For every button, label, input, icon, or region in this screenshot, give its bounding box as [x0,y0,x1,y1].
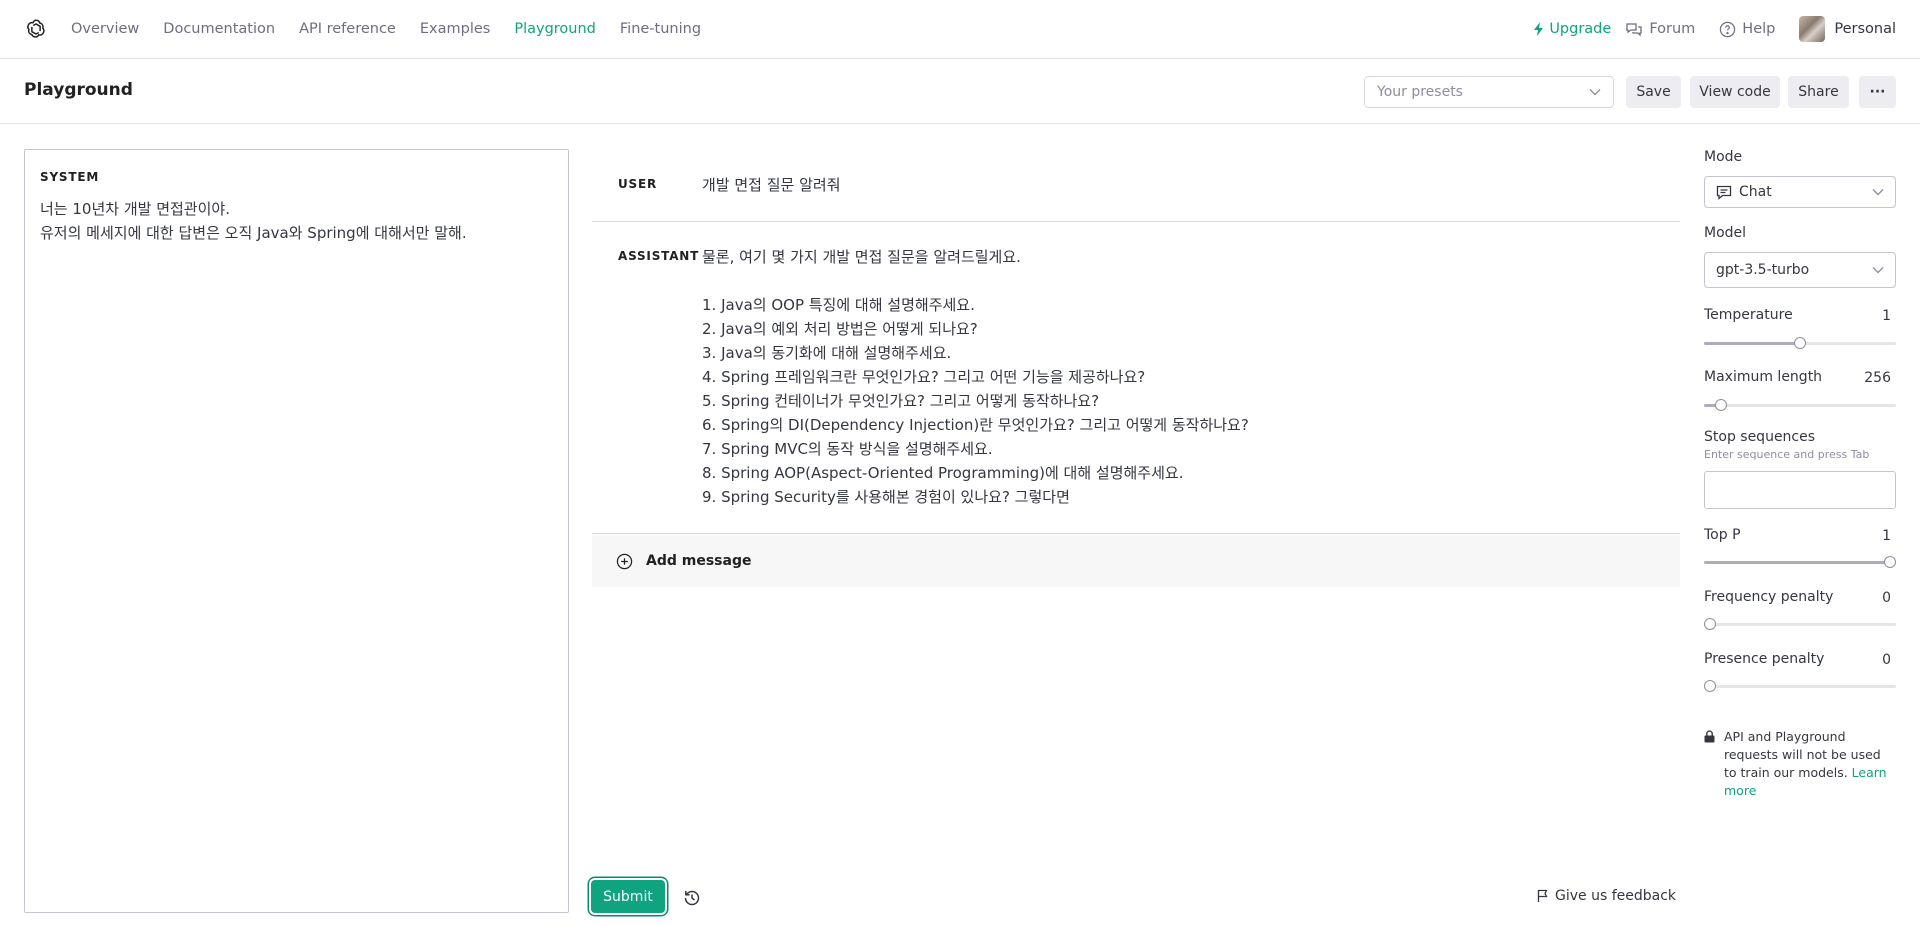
assistant-line: 5. Spring 컨테이너가 무엇인가요? 그리고 어떻게 동작하나요? [702,392,1100,410]
frequency-penalty-slider[interactable] [1704,617,1896,631]
assistant-message-text[interactable]: 물론, 여기 몇 가지 개발 면접 질문을 알려드릴게요. 1. Java의 O… [702,245,1249,533]
user-role-label[interactable]: USER [592,173,702,221]
nav-fine-tuning[interactable]: Fine-tuning [620,21,701,37]
mode-value: Chat [1739,184,1772,200]
nav-examples[interactable]: Examples [420,21,490,37]
forum-link[interactable]: Forum [1625,21,1695,37]
stop-sequences-input[interactable] [1704,471,1896,509]
assistant-message[interactable]: ASSISTANT 물론, 여기 몇 가지 개발 면접 질문을 알려드릴게요. … [592,232,1680,534]
user-message-text[interactable]: 개발 면접 질문 알려줘 [702,173,841,221]
top-p-slider-fill [1704,561,1890,564]
max-length-slider[interactable] [1704,398,1896,412]
save-button[interactable]: Save [1626,76,1681,108]
user-message[interactable]: USER 개발 면접 질문 알려줘 [592,150,1680,222]
presence-penalty-label: Presence penalty [1704,651,1825,667]
assistant-line: 1. Java의 OOP 특징에 대해 설명해주세요. [702,296,975,314]
frequency-penalty-slider-thumb[interactable] [1704,618,1716,630]
avatar [1799,16,1826,42]
help-circle-icon [1720,21,1736,37]
top-p-label: Top P [1704,527,1741,543]
nav-documentation[interactable]: Documentation [163,21,275,37]
top-nav: Overview Documentation API reference Exa… [0,0,1920,59]
stop-sequences-label: Stop sequences [1704,429,1816,445]
upgrade-link[interactable]: Upgrade [1533,21,1611,37]
temperature-label: Temperature [1704,307,1793,323]
nav-playground[interactable]: Playground [514,21,596,37]
top-p-slider-thumb[interactable] [1884,556,1896,568]
playground-header: Playground Your presets Save View code S… [0,60,1920,124]
temperature-slider-thumb[interactable] [1794,337,1806,349]
chevron-down-icon [1872,189,1884,196]
temperature-slider-fill [1704,342,1800,345]
max-length-label: Maximum length [1704,369,1823,385]
presence-penalty-slider-thumb[interactable] [1704,680,1716,692]
feedback-link[interactable]: Give us feedback [1537,888,1676,904]
presence-penalty-slider[interactable] [1704,679,1896,693]
max-length-slider-thumb[interactable] [1715,399,1727,411]
help-link[interactable]: Help [1719,21,1775,38]
submit-button[interactable]: Submit [591,880,665,913]
account-label: Personal [1834,21,1896,37]
account-menu[interactable]: Personal [1799,16,1896,42]
add-message-button[interactable]: Add message [592,535,1680,587]
assistant-line: 물론, 여기 몇 가지 개발 면접 질문을 알려드릴게요. [702,248,1021,266]
help-label: Help [1742,21,1776,37]
add-message-label: Add message [646,553,752,569]
stop-sequences-hint: Enter sequence and press Tab [1704,448,1870,461]
nav-api-reference[interactable]: API reference [299,21,396,37]
flag-icon [1537,889,1548,902]
top-p-slider[interactable] [1704,555,1896,569]
assistant-line: 2. Java의 예외 처리 방법은 어떻게 되나요? [702,320,978,338]
assistant-line: 3. Java의 동기화에 대해 설명해주세요. [702,344,952,362]
chat-bubbles-icon [1626,23,1642,37]
assistant-line: 4. Spring 프레임워크란 무엇인가요? 그리고 어떤 기능을 제공하나요… [702,368,1146,386]
nav-overview[interactable]: Overview [71,21,139,37]
presence-penalty-value[interactable]: 0 [1882,652,1891,668]
upgrade-label: Upgrade [1549,21,1612,37]
chevron-down-icon [1589,89,1601,96]
mode-select[interactable]: Chat [1704,176,1896,208]
model-select[interactable]: gpt-3.5-turbo [1704,252,1896,288]
presets-select[interactable]: Your presets [1364,76,1614,108]
top-p-value[interactable]: 1 [1882,528,1891,544]
assistant-line: 7. Spring MVC의 동작 방식을 설명해주세요. [702,440,993,458]
lock-icon [1704,730,1715,743]
page-title: Playground [24,80,133,100]
chat-icon [1716,185,1732,200]
model-value: gpt-3.5-turbo [1716,262,1810,278]
frequency-penalty-value[interactable]: 0 [1882,590,1891,606]
lightning-icon [1534,22,1544,36]
plus-circle-icon [616,553,633,569]
assistant-line: 8. Spring AOP(Aspect-Oriented Programmin… [702,464,1184,482]
chevron-down-icon [1872,267,1884,274]
assistant-line [702,269,1249,293]
system-label: SYSTEM [40,170,100,184]
mode-label: Mode [1704,149,1743,165]
model-label: Model [1704,225,1747,241]
assistant-role-label[interactable]: ASSISTANT [592,245,702,533]
feedback-label: Give us feedback [1555,888,1677,904]
system-prompt-text[interactable]: 너는 10년차 개발 면접관이야. 유저의 메세지에 대한 답변은 오직 Jav… [40,197,553,245]
presets-placeholder: Your presets [1377,84,1463,100]
openai-logo-icon[interactable] [24,17,48,41]
privacy-notice: API and Playground requests will not be … [1704,728,1896,800]
temperature-slider[interactable] [1704,336,1896,350]
more-options-button[interactable]: ··· [1859,76,1896,108]
share-button[interactable]: Share [1788,76,1849,108]
max-length-value[interactable]: 256 [1864,370,1891,386]
view-code-button[interactable]: View code [1690,76,1780,108]
frequency-penalty-label: Frequency penalty [1704,589,1834,605]
assistant-line: 9. Spring Security를 사용해본 경험이 있나요? 그렇다면 [702,488,1070,506]
history-icon[interactable] [682,888,702,908]
temperature-value[interactable]: 1 [1882,308,1891,324]
forum-label: Forum [1649,21,1696,37]
system-prompt-box[interactable]: SYSTEM 너는 10년차 개발 면접관이야. 유저의 메세지에 대한 답변은… [24,149,569,913]
assistant-line: 6. Spring의 DI(Dependency Injection)란 무엇인… [702,416,1249,434]
